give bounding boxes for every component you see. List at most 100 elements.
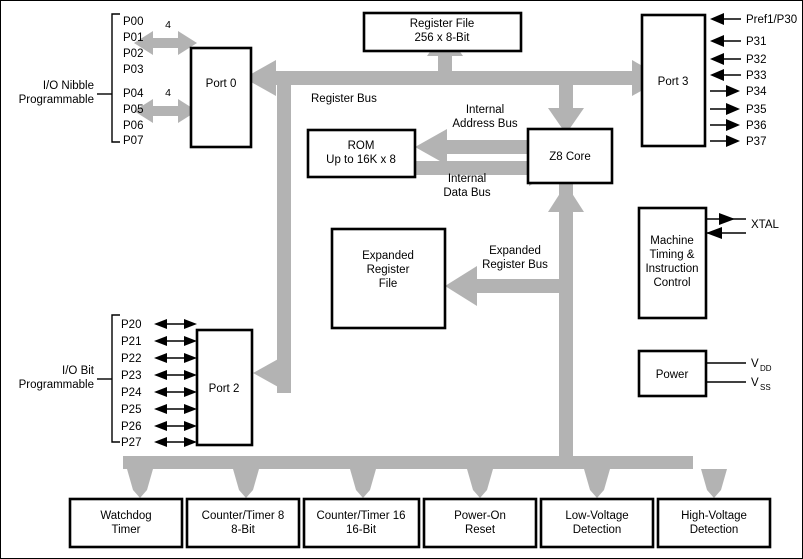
vss-label: V SS — [751, 377, 771, 392]
vss-sub: SS — [760, 383, 771, 392]
port3-pin-p31: P31 — [746, 36, 766, 48]
port0-pin-p03: P03 — [123, 64, 143, 76]
mt-line2: Timing & — [650, 249, 695, 261]
port2-label: Port 2 — [209, 383, 240, 395]
vdd-base: V — [751, 358, 759, 370]
machine-timing-block[interactable]: Machine Timing & Instruction Control — [637, 206, 708, 320]
io-bit-group-label: I/O Bit Programmable — [19, 365, 95, 391]
peripheral-bus-graphic — [123, 456, 727, 498]
expanded-register-file-block[interactable]: Expanded Register File — [330, 227, 447, 330]
peripheral-block-2[interactable]: Counter/Timer 16 16-Bit — [302, 497, 421, 549]
port3-pin-labels: Pref1/P30 P31 P32 P33 P34 P35 P36 P37 — [746, 14, 797, 148]
port0-pin-p01: P01 — [123, 32, 143, 44]
vdd-label: V DD — [751, 358, 772, 373]
port0-pin-p05: P05 — [123, 104, 143, 116]
erb-line2: Register Bus — [482, 259, 548, 271]
port2-pin-labels: P20 P21 P22 P23 P24 P25 P26 P27 — [121, 319, 142, 449]
peripheral-5-line2: Detection — [690, 524, 739, 536]
peripheral-block-1[interactable]: Counter/Timer 8 8-Bit — [185, 497, 301, 549]
internal-address-bus-label: Internal Address Bus — [452, 104, 517, 130]
peripheral-3-line2: Reset — [465, 524, 496, 536]
port2-pin-p22: P22 — [121, 353, 141, 365]
iab-line1: Internal — [466, 104, 504, 116]
port2-pin-p23: P23 — [121, 370, 141, 382]
rom-block[interactable]: ROM Up to 16K x 8 — [306, 128, 417, 179]
port0-upper-width: 4 — [165, 19, 171, 31]
expanded-register-bus-label: Expanded Register Bus — [482, 245, 548, 271]
port0-pin-p02: P02 — [123, 48, 143, 60]
mt-line4: Control — [653, 277, 690, 289]
port2-group-bracket — [97, 314, 120, 443]
port3-pin-p35: P35 — [746, 104, 766, 116]
peripheral-block-4[interactable]: Low-Voltage Detection — [539, 497, 655, 549]
mt-line3: Instruction — [645, 263, 698, 275]
register-bus-label: Register Bus — [311, 93, 377, 105]
rom-line1: ROM — [348, 140, 375, 152]
idb-line1: Internal — [448, 173, 486, 185]
vdd-sub: DD — [760, 364, 772, 373]
io-nibble-group-label: I/O Nibble Programmable — [19, 80, 94, 106]
port0-label: Port 0 — [206, 78, 237, 90]
register-file-block[interactable]: Register File 256 x 8-Bit — [362, 11, 523, 53]
z8-core-block[interactable]: Z8 Core — [526, 127, 614, 185]
peripheral-1-line2: 8-Bit — [231, 524, 255, 536]
peripheral-2-line1: Counter/Timer 16 — [316, 510, 405, 522]
register-file-line2: 256 x 8-Bit — [415, 32, 471, 44]
peripheral-2-line2: 16-Bit — [346, 524, 377, 536]
peripheral-3-line1: Power-On — [454, 510, 506, 522]
port0-block[interactable]: Port 0 — [189, 46, 253, 149]
expanded-register-bus-graphic — [445, 184, 584, 456]
bit-line2: Programmable — [19, 379, 94, 391]
peripheral-0-line1: Watchdog — [100, 510, 151, 522]
peripheral-0-line2: Timer — [112, 524, 141, 536]
register-file-line1: Register File — [410, 18, 475, 30]
erf-line2: Register — [367, 264, 410, 276]
erf-line1: Expanded — [362, 250, 414, 262]
peripheral-4-line1: Low-Voltage — [565, 510, 628, 522]
block-diagram: Port 0 Register File 256 x 8-Bit Port 3 … — [0, 0, 803, 559]
xtal-label: XTAL — [751, 219, 780, 231]
peripheral-4-line2: Detection — [573, 524, 622, 536]
port3-pin-p33: P33 — [746, 70, 766, 82]
peripheral-1-line1: Counter/Timer 8 — [202, 510, 285, 522]
port3-block[interactable]: Port 3 — [640, 13, 707, 148]
z8-core-label: Z8 Core — [549, 151, 591, 163]
port3-label: Port 3 — [658, 76, 689, 88]
port3-pin-p32: P32 — [746, 54, 766, 66]
peripheral-5-line1: High-Voltage — [681, 510, 747, 522]
power-block[interactable]: Power — [637, 349, 708, 398]
port0-pin-p06: P06 — [123, 120, 143, 132]
port2-pin-wires — [154, 319, 197, 447]
port3-pin-p37: P37 — [746, 136, 766, 148]
port2-pin-p26: P26 — [121, 421, 141, 433]
port2-pin-p20: P20 — [121, 319, 141, 331]
port2-pin-p27: P27 — [121, 437, 141, 449]
port2-pin-p21: P21 — [121, 336, 141, 348]
erb-line1: Expanded — [489, 245, 541, 257]
port0-pin-p00: P00 — [123, 16, 143, 28]
port2-pin-p25: P25 — [121, 404, 141, 416]
idb-line2: Data Bus — [443, 187, 491, 199]
erf-line3: File — [379, 278, 398, 290]
port3-pin-p36: P36 — [746, 120, 766, 132]
mt-line1: Machine — [650, 235, 693, 247]
port0-group-bracket — [97, 13, 120, 143]
power-label: Power — [656, 369, 689, 381]
peripheral-block-3[interactable]: Power-On Reset — [422, 497, 538, 549]
register-bus-graphic — [244, 30, 664, 393]
rom-line2: Up to 16K x 8 — [326, 154, 396, 166]
xtal-wires — [706, 213, 746, 239]
bit-line1: I/O Bit — [62, 365, 95, 377]
peripheral-block-0[interactable]: Watchdog Timer — [68, 497, 184, 549]
port3-pin-pref1-p30: Pref1/P30 — [746, 14, 797, 26]
port2-block[interactable]: Port 2 — [195, 328, 254, 447]
iab-line2: Address Bus — [452, 118, 517, 130]
internal-data-bus-label: Internal Data Bus — [443, 173, 491, 199]
port0-pin-p04: P04 — [123, 88, 144, 100]
power-wires — [706, 362, 746, 383]
port2-pin-p24: P24 — [121, 387, 142, 399]
peripheral-block-5[interactable]: High-Voltage Detection — [656, 497, 772, 549]
port3-pin-wires — [710, 13, 741, 147]
nibble-line1: I/O Nibble — [43, 80, 94, 92]
nibble-line2: Programmable — [19, 94, 94, 106]
